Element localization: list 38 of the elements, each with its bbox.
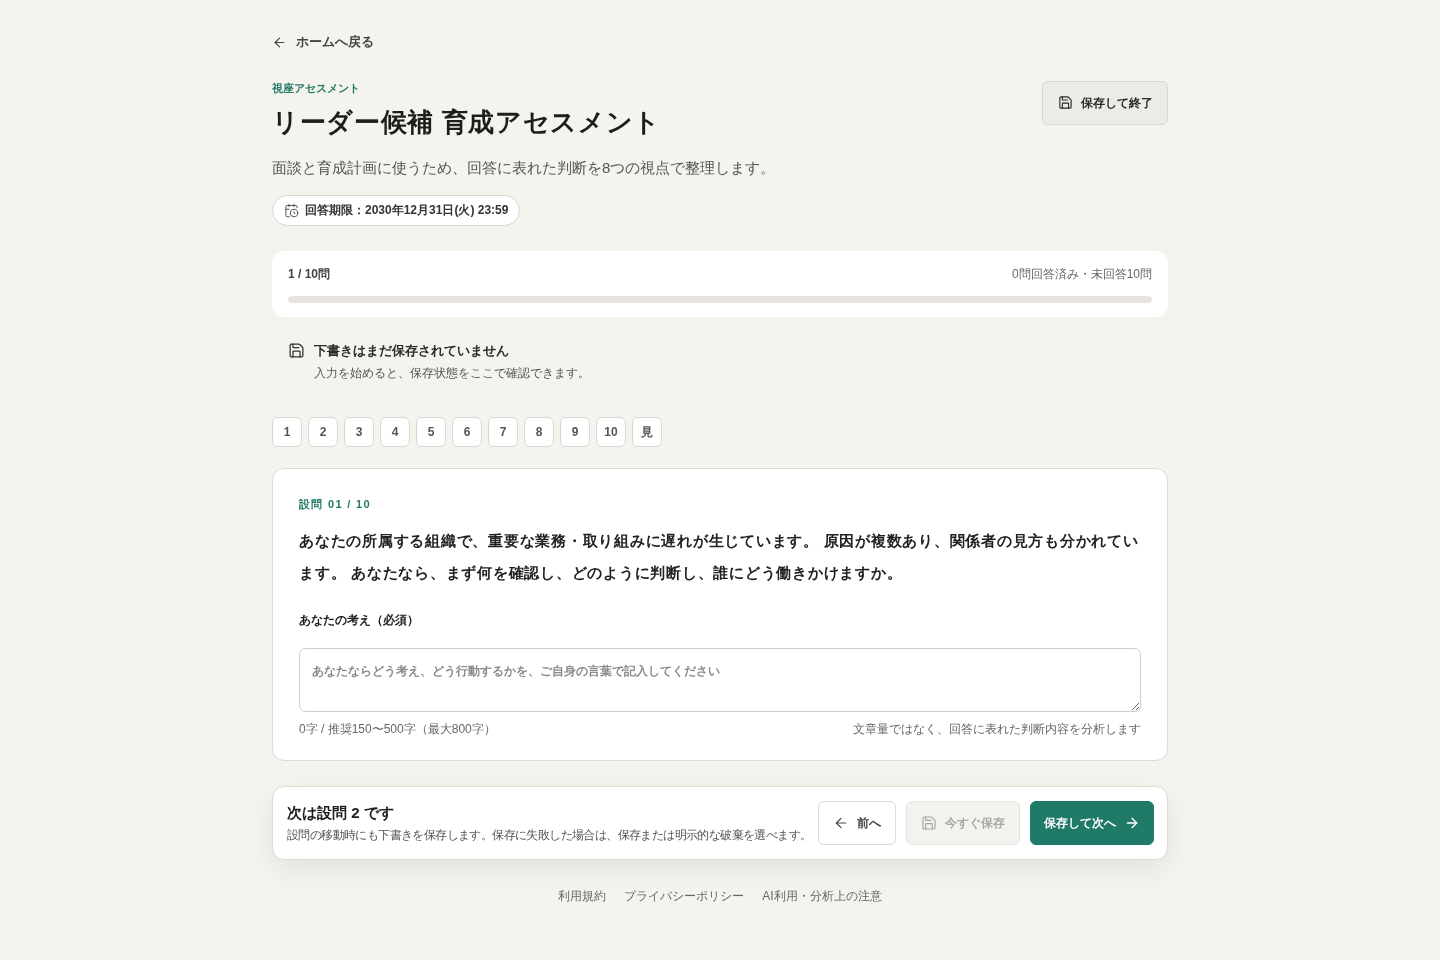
question-number-button[interactable]: 3	[344, 416, 374, 447]
analysis-note: 文章量ではなく、回答に表れた判断内容を分析します	[853, 720, 1141, 738]
footer-link[interactable]: プライバシーポリシー	[624, 887, 745, 904]
question-number: 設問 01 / 10	[299, 496, 372, 512]
save-exit-button[interactable]: 保存して終了	[1042, 80, 1168, 125]
question-number-button[interactable]: 見	[632, 416, 662, 447]
autosave-note: 設問の移動時にも下書きを保存します。保存に失敗した場合は、保存または明示的な破棄を選べます。	[287, 827, 813, 843]
footer-link[interactable]: 利用規約	[558, 887, 607, 904]
eyebrow-label: 視座アセスメント	[272, 80, 361, 96]
draft-status-title: 下書きはまだ保存されていません	[314, 341, 510, 360]
question-number-button[interactable]: 9	[560, 416, 590, 447]
answer-label: あなたの考え（必須）	[299, 611, 420, 629]
page-title: リーダー候補 育成アセスメント	[272, 105, 662, 139]
draft-status-detail: 入力を始めると、保存状態をここで確認できます。	[314, 364, 590, 382]
question-number-button[interactable]: 1	[272, 416, 302, 447]
question-text: あなたの所属する組織で、重要な業務・取り組みに遅れが生じています。 原因が複数あり、関係者の見方も分かれています。 あなたなら、まず何を確認し、どのように判断し、誰にどう働きかけますか。	[299, 530, 1140, 584]
footer-link[interactable]: AI利用・分析上の注意	[762, 887, 882, 904]
deadline-text: 回答期限：2030年12月31日(火) 23:59	[305, 202, 509, 219]
question-number-button[interactable]: 4	[380, 416, 410, 447]
character-counter: 0字 / 推奨150〜500字（最大800字）	[299, 720, 496, 738]
progress-position: 1 / 10問	[288, 265, 331, 283]
answer-field[interactable]: あなたならどう考え、どう行動するかを、ご自身の言葉で記入してください	[299, 647, 1141, 712]
question-number-button[interactable]: 10	[596, 416, 626, 447]
question-number-button[interactable]: 6	[452, 416, 482, 447]
save-icon	[921, 814, 937, 831]
save-next-button[interactable]: 保存して次へ	[1030, 800, 1154, 845]
save-icon	[288, 341, 305, 359]
question-number-button[interactable]: 8	[524, 416, 554, 447]
question-number-button[interactable]: 7	[488, 416, 518, 447]
question-number-button[interactable]: 2	[308, 416, 338, 447]
back-link[interactable]: ホームへ戻る	[272, 32, 374, 52]
save-icon	[1057, 95, 1073, 110]
calendar-clock-icon	[284, 202, 299, 218]
previous-button[interactable]: 前へ	[818, 800, 896, 845]
progress-summary: 0問回答済み・未回答10問	[1011, 265, 1152, 283]
next-question-title: 次は設問 2 です	[287, 803, 395, 823]
page-description: 面談と育成計画に使うため、回答に表れた判断を8つの視点で整理します。	[272, 157, 776, 178]
question-number-button[interactable]: 5	[416, 416, 446, 447]
